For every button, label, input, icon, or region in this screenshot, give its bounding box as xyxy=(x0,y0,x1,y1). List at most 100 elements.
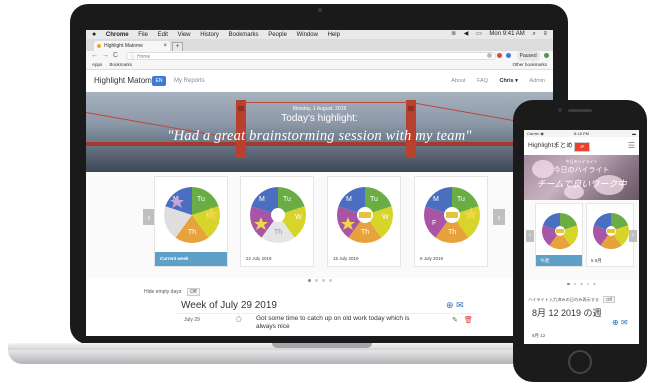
mail-icon[interactable]: ✉ xyxy=(456,300,464,310)
phone-carousel: 今週 5 8月 ‹ › xyxy=(524,200,639,285)
my-reports-link[interactable]: My Reports xyxy=(174,70,205,92)
home-button[interactable] xyxy=(568,350,592,374)
phone-screen: Carrier ◉ 8:18 PM ▬ Highlightまとめ JP ☰ 今日… xyxy=(524,130,639,344)
laptop-screen: ● Chrome File Edit View History Bookmark… xyxy=(86,30,553,336)
phone-speaker xyxy=(568,109,592,112)
carousel-next-button[interactable]: › xyxy=(493,209,505,225)
menu-history[interactable]: History xyxy=(200,32,219,38)
download-icon[interactable]: ⊕ xyxy=(612,318,619,327)
phone-carousel-dots xyxy=(524,272,639,290)
user-menu[interactable]: Chris ▾ xyxy=(500,78,518,84)
week-title: Week of July 29 2019 xyxy=(181,300,277,311)
browser-tab[interactable]: Highlight Matome × xyxy=(94,41,170,51)
menu-view[interactable]: View xyxy=(178,32,191,38)
phone-week-card[interactable]: 5 8月 xyxy=(586,203,634,267)
language-toggle[interactable]: EN xyxy=(152,76,166,86)
star-icon[interactable] xyxy=(487,53,493,59)
app-brand[interactable]: Highlight Matome xyxy=(94,70,156,92)
bookmark-bookmarks[interactable]: Bookmarks xyxy=(110,62,133,67)
forward-icon[interactable]: → xyxy=(102,51,109,61)
address-bar[interactable]: ⓘ Home xyxy=(126,52,496,60)
star-icon[interactable]: ✩ xyxy=(235,314,243,325)
battery-icon[interactable]: ▭ xyxy=(476,31,482,37)
other-bookmarks[interactable]: Other bookmarks xyxy=(512,61,547,69)
menu-bookmarks[interactable]: Bookmarks xyxy=(229,32,259,38)
carousel-dot[interactable] xyxy=(593,282,596,285)
carousel-dot[interactable] xyxy=(586,282,590,285)
about-link[interactable]: About xyxy=(451,78,465,84)
hero-water xyxy=(86,144,553,172)
download-icon[interactable]: ⊕ xyxy=(446,300,454,310)
faq-link[interactable]: FAQ xyxy=(477,78,488,84)
phone-camera xyxy=(558,108,562,112)
card-label: 22 July 2019 xyxy=(246,256,272,261)
week-card[interactable]: Tu W Th M 15 July 2019 xyxy=(327,176,401,267)
carousel-dot[interactable] xyxy=(328,279,332,282)
menu-chrome[interactable]: Chrome xyxy=(106,32,129,38)
list-icon[interactable]: ≡ xyxy=(543,31,547,37)
extension-icon[interactable] xyxy=(496,53,502,59)
phone-language-toggle[interactable]: JP xyxy=(574,142,590,152)
hide-empty-label: Hide empty days: xyxy=(144,289,183,295)
extension-icon-3[interactable] xyxy=(544,53,549,59)
phone-hide-toggle[interactable]: Off xyxy=(603,296,615,303)
svg-text:M: M xyxy=(259,196,265,203)
apple-icon[interactable]: ● xyxy=(92,31,96,38)
laptop-camera xyxy=(318,8,322,12)
phone-carousel-next[interactable]: › xyxy=(629,230,637,242)
browser-toolbar: ← → C ⓘ Home Paused xyxy=(86,51,553,61)
week-pie-chart: Tu M F Th xyxy=(424,187,480,243)
menu-people[interactable]: People xyxy=(268,32,287,38)
svg-text:Th: Th xyxy=(361,229,369,236)
highlight-entry: July 29 ✩ Got some time to catch up on o… xyxy=(176,313,476,336)
carousel-dot[interactable] xyxy=(573,282,577,285)
menubar-clock[interactable]: Mon 9:41 AM xyxy=(489,31,524,37)
tab-title: Highlight Matome xyxy=(104,43,143,49)
phone-hero-quote: チームで良いワーク中 xyxy=(536,179,627,189)
carousel-dot[interactable] xyxy=(307,279,311,282)
mail-icon[interactable]: ✉ xyxy=(621,318,628,327)
svg-text:Tu: Tu xyxy=(370,196,378,203)
tab-close-icon[interactable]: × xyxy=(163,41,167,51)
menu-file[interactable]: File xyxy=(138,32,148,38)
day-label-tu: Tu xyxy=(197,196,205,203)
menu-edit[interactable]: Edit xyxy=(158,32,168,38)
app-header: Highlight Matome EN My Reports About FAQ… xyxy=(86,70,553,93)
carousel-dot[interactable] xyxy=(321,279,325,282)
week-pie-chart: Tu W Th M xyxy=(337,187,393,243)
laptop-notch xyxy=(272,343,372,348)
extension-icon-2[interactable] xyxy=(506,53,512,59)
delete-icon[interactable]: 🗑 xyxy=(464,316,473,324)
phone-card-label: 今週 xyxy=(536,255,582,266)
week-pie-chart: Tu W Th M xyxy=(250,187,306,243)
week-pie-chart xyxy=(541,213,579,250)
hide-empty-toggle[interactable]: Off xyxy=(187,288,200,296)
edit-icon[interactable]: ✎ xyxy=(452,316,458,324)
menu-help[interactable]: Help xyxy=(328,32,340,38)
carousel-dot[interactable] xyxy=(567,282,570,285)
hamburger-menu-icon[interactable]: ☰ xyxy=(628,137,635,155)
week-card[interactable]: Tu W Th M 22 July 2019 xyxy=(240,176,314,267)
volume-icon[interactable]: ◀ xyxy=(464,31,469,37)
back-icon[interactable]: ← xyxy=(91,51,98,61)
phone-week-card-current[interactable]: 今週 xyxy=(535,203,583,267)
search-icon[interactable]: ⌕ xyxy=(532,31,535,37)
day-label-th: Th xyxy=(188,229,196,236)
phone-hide-empty-row: ハイライト入力済みの日のみ表示する Off xyxy=(528,296,615,303)
wifi-icon[interactable]: ≋ xyxy=(451,31,456,37)
bookmark-apps[interactable]: Apps xyxy=(92,62,102,67)
profile-button[interactable]: Paused xyxy=(516,51,540,61)
phone-hero: 今日のハイライト 今日のハイライト チームで良いワーク中 xyxy=(524,155,639,200)
phone-app-header: Highlightまとめ JP ☰ xyxy=(524,137,639,156)
menubar-status: ≋ ◀ ▭ Mon 9:41 AM ⌕ ≡ xyxy=(445,30,547,39)
phone-brand[interactable]: Highlightまとめ xyxy=(528,137,573,155)
week-card-current[interactable]: Tu W Th M Current week xyxy=(154,176,228,267)
carousel-dot[interactable] xyxy=(580,282,583,285)
reload-icon[interactable]: C xyxy=(113,51,118,61)
entry-date: July 29 xyxy=(184,317,200,323)
admin-link[interactable]: Admin xyxy=(529,78,545,84)
phone-carousel-prev[interactable]: ‹ xyxy=(526,230,534,242)
week-card[interactable]: Tu M F Th 8 July 2019 xyxy=(414,176,488,267)
menu-window[interactable]: Window xyxy=(297,32,318,38)
carousel-dot[interactable] xyxy=(314,279,318,282)
